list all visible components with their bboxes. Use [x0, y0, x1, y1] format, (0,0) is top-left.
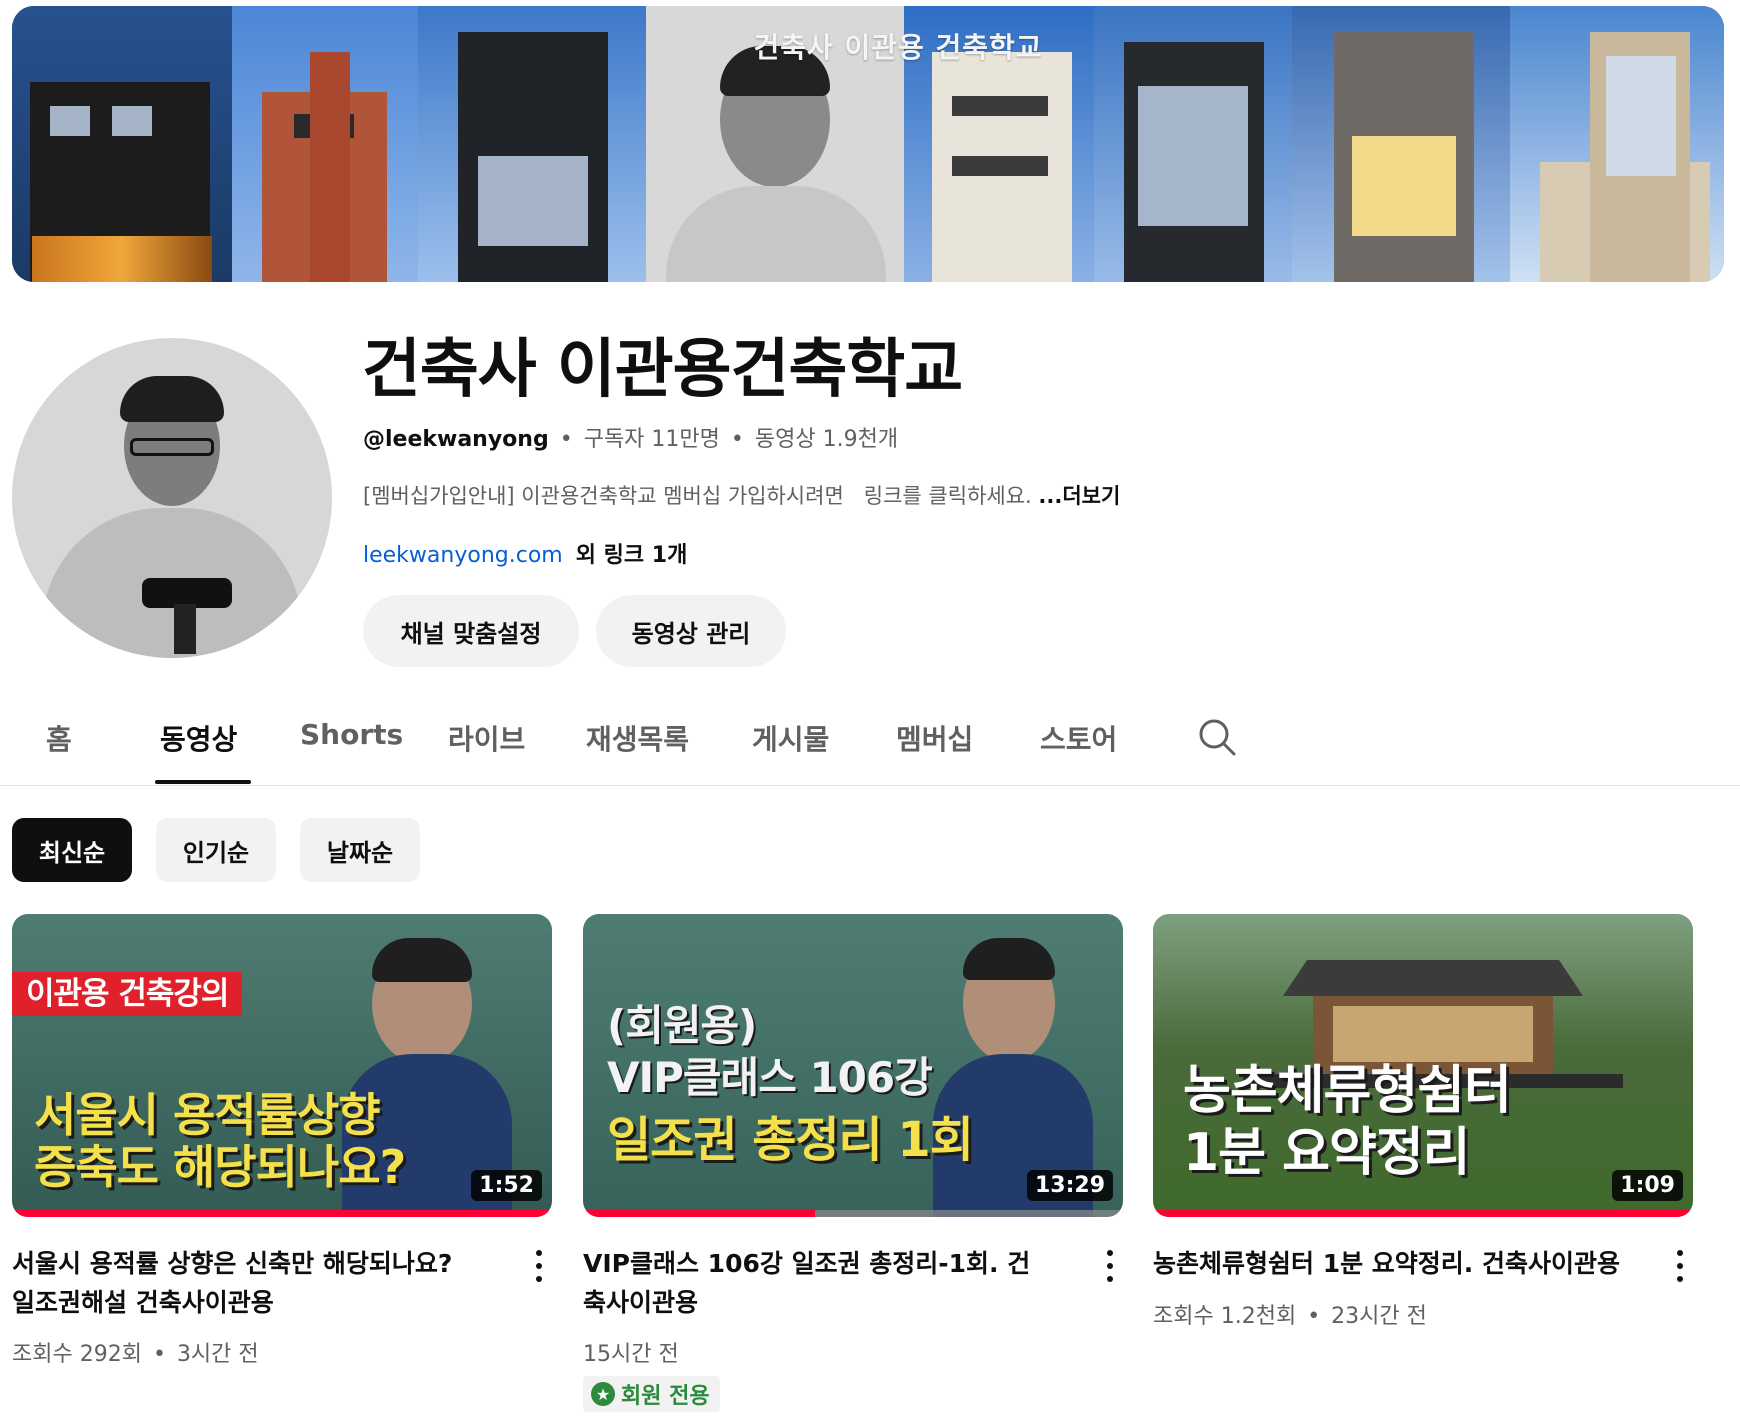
watch-progress	[1153, 1210, 1693, 1217]
watch-progress	[583, 1210, 816, 1217]
video-card[interactable]: 이관용 건축강의 서울시 용적률상향 증축도 해당되나요? 1:52 서울시 용…	[12, 914, 552, 1367]
video-card[interactable]: (회원용) VIP클래스 106강 일조권 총정리 1회 13:29 VIP클래…	[583, 914, 1123, 1412]
video-meta: 15시간 전	[583, 1336, 679, 1368]
video-title[interactable]: 농촌체류형쉼터 1분 요약정리. 건축사이관용	[1153, 1244, 1643, 1283]
upload-age: 3시간 전	[176, 1342, 259, 1367]
video-title[interactable]: VIP클래스 106강 일조권 총정리-1회. 건축사이관용	[583, 1244, 1053, 1322]
tab-home[interactable]: 홈	[46, 718, 72, 758]
video-duration: 13:29	[1026, 1170, 1113, 1201]
view-count: 조회수 1.2천회	[1153, 1304, 1297, 1329]
members-only-label: 회원 전용	[621, 1384, 710, 1409]
thumbnail-headline: 일조권 총정리 1회	[607, 1112, 974, 1168]
meta-separator: •	[1307, 1304, 1321, 1329]
search-icon[interactable]	[1196, 716, 1238, 758]
thumbnail-headline: 농촌체류형쉼터	[1183, 1061, 1512, 1121]
tab-playlists[interactable]: 재생목록	[586, 718, 689, 758]
description-text: [멤버십가입안내] 이관용건축학교 멤버십 가입하시려면 링크를 클릭하세요.	[363, 484, 1032, 508]
thumbnail-headline: VIP클래스 106강	[607, 1053, 933, 1102]
tab-shorts[interactable]: Shorts	[300, 718, 403, 751]
channel-link[interactable]: leekwanyong.com	[363, 543, 563, 568]
sort-popular-chip[interactable]: 인기순	[156, 818, 276, 882]
channel-name: 건축사 이관용건축학교	[362, 333, 963, 407]
manage-videos-button[interactable]: 동영상 관리	[596, 595, 786, 667]
watch-progress	[12, 1210, 552, 1217]
video-duration: 1:52	[471, 1170, 542, 1201]
video-meta: 조회수 292회 • 3시간 전	[12, 1336, 259, 1368]
upload-age: 15시간 전	[583, 1342, 679, 1367]
thumbnail-headline: (회원용)	[607, 1001, 757, 1050]
channel-description[interactable]: [멤버십가입안내] 이관용건축학교 멤버십 가입하시려면 링크를 클릭하세요. …	[363, 480, 1120, 510]
members-only-badge: ★ 회원 전용	[583, 1376, 720, 1412]
view-count: 조회수 292회	[12, 1342, 142, 1367]
banner-title: 건축사 이관용 건축학교	[753, 31, 1043, 64]
sort-latest-chip[interactable]: 최신순	[12, 818, 132, 882]
tab-posts[interactable]: 게시물	[752, 718, 829, 758]
tab-live[interactable]: 라이브	[448, 718, 525, 758]
tab-store[interactable]: 스토어	[1040, 718, 1117, 758]
channel-banner: 건축사 이관용 건축학교	[12, 6, 1724, 282]
channel-handle: @leekwanyong	[363, 427, 549, 452]
more-links[interactable]: 외 링크 1개	[576, 543, 688, 568]
more-vert-icon[interactable]	[1103, 1250, 1117, 1288]
thumbnail-headline: 1분 요약정리	[1183, 1123, 1470, 1183]
sort-oldest-chip[interactable]: 날짜순	[300, 818, 420, 882]
video-thumbnail[interactable]: (회원용) VIP클래스 106강 일조권 총정리 1회 13:29	[583, 914, 1123, 1217]
channel-avatar[interactable]	[12, 338, 332, 658]
upload-age: 23시간 전	[1331, 1304, 1427, 1329]
more-vert-icon[interactable]	[1673, 1250, 1687, 1288]
channel-links: leekwanyong.com 외 링크 1개	[363, 537, 687, 569]
channel-tabs: 홈 동영상 Shorts 라이브 재생목록 게시물 멤버십 스토어	[0, 700, 1740, 786]
channel-meta: @leekwanyong • 구독자 11만명 • 동영상 1.9천개	[363, 421, 898, 453]
subscriber-count: 구독자 11만명	[583, 427, 720, 452]
tab-videos[interactable]: 동영상	[160, 718, 237, 758]
star-icon: ★	[591, 1382, 615, 1406]
video-thumbnail[interactable]: 이관용 건축강의 서울시 용적률상향 증축도 해당되나요? 1:52	[12, 914, 552, 1217]
more-link[interactable]: ...더보기	[1038, 484, 1120, 508]
video-thumbnail[interactable]: 농촌체류형쉼터 1분 요약정리 1:09	[1153, 914, 1693, 1217]
meta-separator: •	[559, 427, 573, 452]
video-card[interactable]: 농촌체류형쉼터 1분 요약정리 1:09 농촌체류형쉼터 1분 요약정리. 건축…	[1153, 914, 1693, 1329]
video-title[interactable]: 서울시 용적률 상향은 신축만 해당되나요? 일조권해설 건축사이관용	[12, 1244, 482, 1322]
meta-separator: •	[730, 427, 744, 452]
thumbnail-tag: 이관용 건축강의	[26, 975, 229, 1012]
active-tab-indicator	[155, 780, 251, 784]
tab-membership[interactable]: 멤버십	[896, 718, 973, 758]
thumbnail-headline: 서울시 용적률상향	[34, 1088, 381, 1142]
customize-channel-button[interactable]: 채널 맞춤설정	[363, 595, 579, 667]
more-vert-icon[interactable]	[532, 1250, 546, 1288]
thumbnail-headline: 증축도 해당되나요?	[34, 1140, 406, 1194]
video-meta: 조회수 1.2천회 • 23시간 전	[1153, 1298, 1427, 1330]
video-duration: 1:09	[1612, 1170, 1683, 1201]
video-count: 동영상 1.9천개	[754, 427, 899, 452]
meta-separator: •	[152, 1342, 166, 1367]
